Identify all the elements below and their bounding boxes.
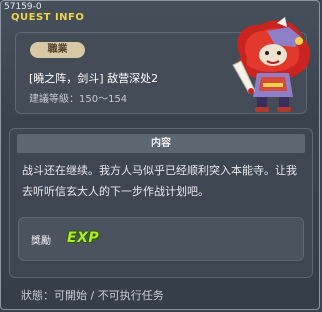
content-header: 内容: [17, 134, 305, 153]
quest-id: 57159-0: [4, 2, 42, 12]
quest-status: 狀態：可開始 / 不可执行任务: [21, 289, 164, 302]
job-badge: 職業: [30, 42, 85, 58]
quest-content-box: 内容 战斗还在继续。我方人马似乎已经顺利突入本能寺。让我去听听信玄大人的下一步作…: [9, 128, 313, 278]
quest-description: 战斗还在继续。我方人马似乎已经顺利突入本能寺。让我去听听信玄大人的下一步作战计划…: [22, 164, 297, 198]
reward-box: 獎勵 EXP: [18, 217, 304, 261]
exp-reward-icon: EXP: [67, 230, 100, 246]
red-lion-warrior-npc-icon: [232, 17, 311, 112]
recommended-level: 建議等級：150～154: [29, 94, 128, 105]
quest-info-window: 57159-0 QUEST INFO 職業 [曉之阵，剑斗] 敌营深处2 建議等…: [0, 0, 320, 310]
quest-title: [曉之阵，剑斗] 敌营深处2: [29, 72, 159, 85]
reward-label: 獎勵: [31, 236, 51, 247]
quest-info-title: QUEST INFO: [11, 12, 85, 23]
